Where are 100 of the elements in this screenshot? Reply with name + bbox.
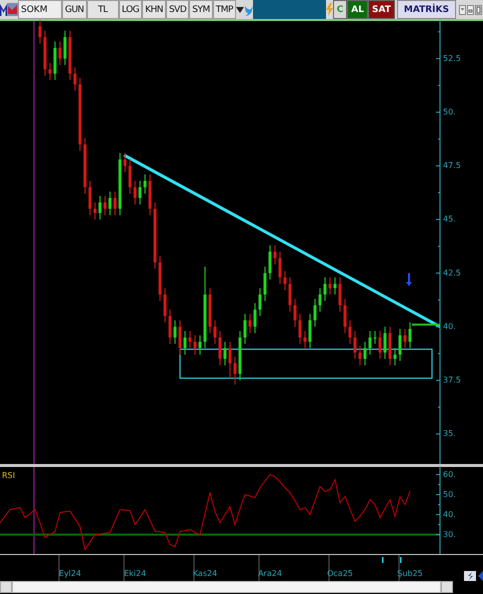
date-label: Eyl24 (58, 569, 82, 578)
candlestick (104, 196, 106, 216)
axis-label: 40. (443, 322, 456, 331)
candlestick (248, 314, 252, 334)
candlestick (334, 277, 336, 295)
lightning-icon[interactable] (326, 3, 333, 16)
candlestick (84, 138, 86, 194)
candlestick (268, 245, 272, 280)
candlestick (198, 335, 202, 355)
date-label: Oca25 (327, 569, 353, 578)
candlestick (308, 314, 312, 348)
candlestick (224, 342, 226, 366)
date-label: Şub25 (397, 569, 423, 578)
candlestick (164, 288, 166, 322)
toolbar-button[interactable]: LOG (118, 0, 142, 19)
candlestick (48, 62, 52, 80)
brand-button[interactable]: MATRİKS (396, 0, 456, 19)
toolbar-button[interactable]: KHN (142, 0, 166, 19)
candlestick (214, 320, 216, 344)
candlestick (254, 303, 256, 334)
arrow-icon (406, 273, 412, 286)
toolbar-button[interactable]: SYM (189, 0, 213, 19)
candlestick (354, 331, 356, 359)
candlestick (284, 270, 286, 290)
candlestick (394, 348, 396, 366)
sell-button[interactable]: SAT (368, 0, 395, 19)
candlestick (364, 342, 366, 366)
candlestick (118, 152, 122, 216)
date-label: Kas24 (192, 569, 218, 578)
dropdown-icon[interactable] (236, 6, 244, 12)
level-line (412, 324, 440, 326)
candlestick (358, 346, 362, 366)
candlestick (274, 245, 276, 265)
toolbar-button[interactable]: SVD (166, 0, 190, 19)
candlestick (208, 288, 212, 334)
event-marker (400, 557, 402, 563)
maximize-icon[interactable] (475, 4, 482, 14)
candlestick (398, 328, 402, 362)
candlestick (294, 298, 296, 327)
candlestick (54, 41, 56, 80)
minimize-icon[interactable] (459, 4, 466, 14)
candlestick (338, 277, 342, 312)
candlestick (188, 331, 192, 348)
candlestick (124, 152, 126, 172)
candlestick (128, 159, 132, 194)
scroll-arrow-icon[interactable] (478, 571, 483, 581)
candlestick (44, 30, 46, 76)
candlestick (154, 202, 156, 269)
candlestick (318, 288, 322, 312)
restore-icon[interactable] (467, 4, 474, 14)
candlestick (98, 196, 102, 220)
candlestick (74, 67, 76, 91)
candlestick (228, 342, 232, 378)
toolbar-button[interactable]: TMP (212, 0, 236, 19)
candlestick (374, 331, 376, 344)
candlestick (324, 277, 326, 301)
candlestick (314, 298, 316, 327)
candlestick (64, 30, 66, 66)
candlestick (264, 266, 266, 301)
candlestick (58, 41, 62, 66)
candlestick (158, 256, 162, 301)
axis-label: 35. (443, 429, 456, 438)
candlestick (368, 331, 372, 355)
event-marker (382, 557, 384, 563)
symbol-field[interactable]: SOKM (18, 0, 62, 19)
candlestick (258, 288, 262, 316)
date-label: Ara24 (258, 569, 282, 578)
candlestick (328, 277, 332, 295)
candlestick (68, 30, 72, 80)
candlestick (94, 202, 96, 220)
candlestick (278, 252, 282, 284)
candlestick (88, 180, 92, 216)
sync-icon[interactable] (464, 571, 476, 581)
candlestick (134, 180, 136, 204)
candlestick (184, 331, 186, 355)
axis-label: 40. (443, 510, 456, 519)
buy-button[interactable]: AL (347, 0, 368, 19)
indicator-label: RSI (2, 471, 15, 480)
scrollbar[interactable] (0, 581, 483, 593)
candlestick (168, 310, 172, 344)
candlestick (298, 314, 302, 344)
candlestick (304, 331, 306, 348)
toolbar-button[interactable]: GUN (62, 0, 87, 19)
app-logo-icon[interactable] (0, 4, 7, 16)
candlestick (194, 335, 196, 355)
axis-label: 47.5 (443, 161, 461, 170)
axis-label: 52.5 (443, 54, 461, 63)
candlestick (244, 314, 246, 344)
candlestick (38, 20, 42, 44)
candlestick (408, 322, 412, 348)
candlestick (404, 328, 406, 348)
axis-label: 60. (443, 470, 456, 479)
candlestick (384, 326, 386, 359)
candlestick (388, 326, 392, 366)
candlestick (218, 331, 222, 366)
axis-label: 50. (443, 490, 456, 499)
candlestick (148, 174, 152, 216)
candlestick (288, 277, 292, 312)
axis-label: 37.5 (443, 376, 461, 385)
toolbar-button[interactable]: TL (86, 0, 119, 19)
